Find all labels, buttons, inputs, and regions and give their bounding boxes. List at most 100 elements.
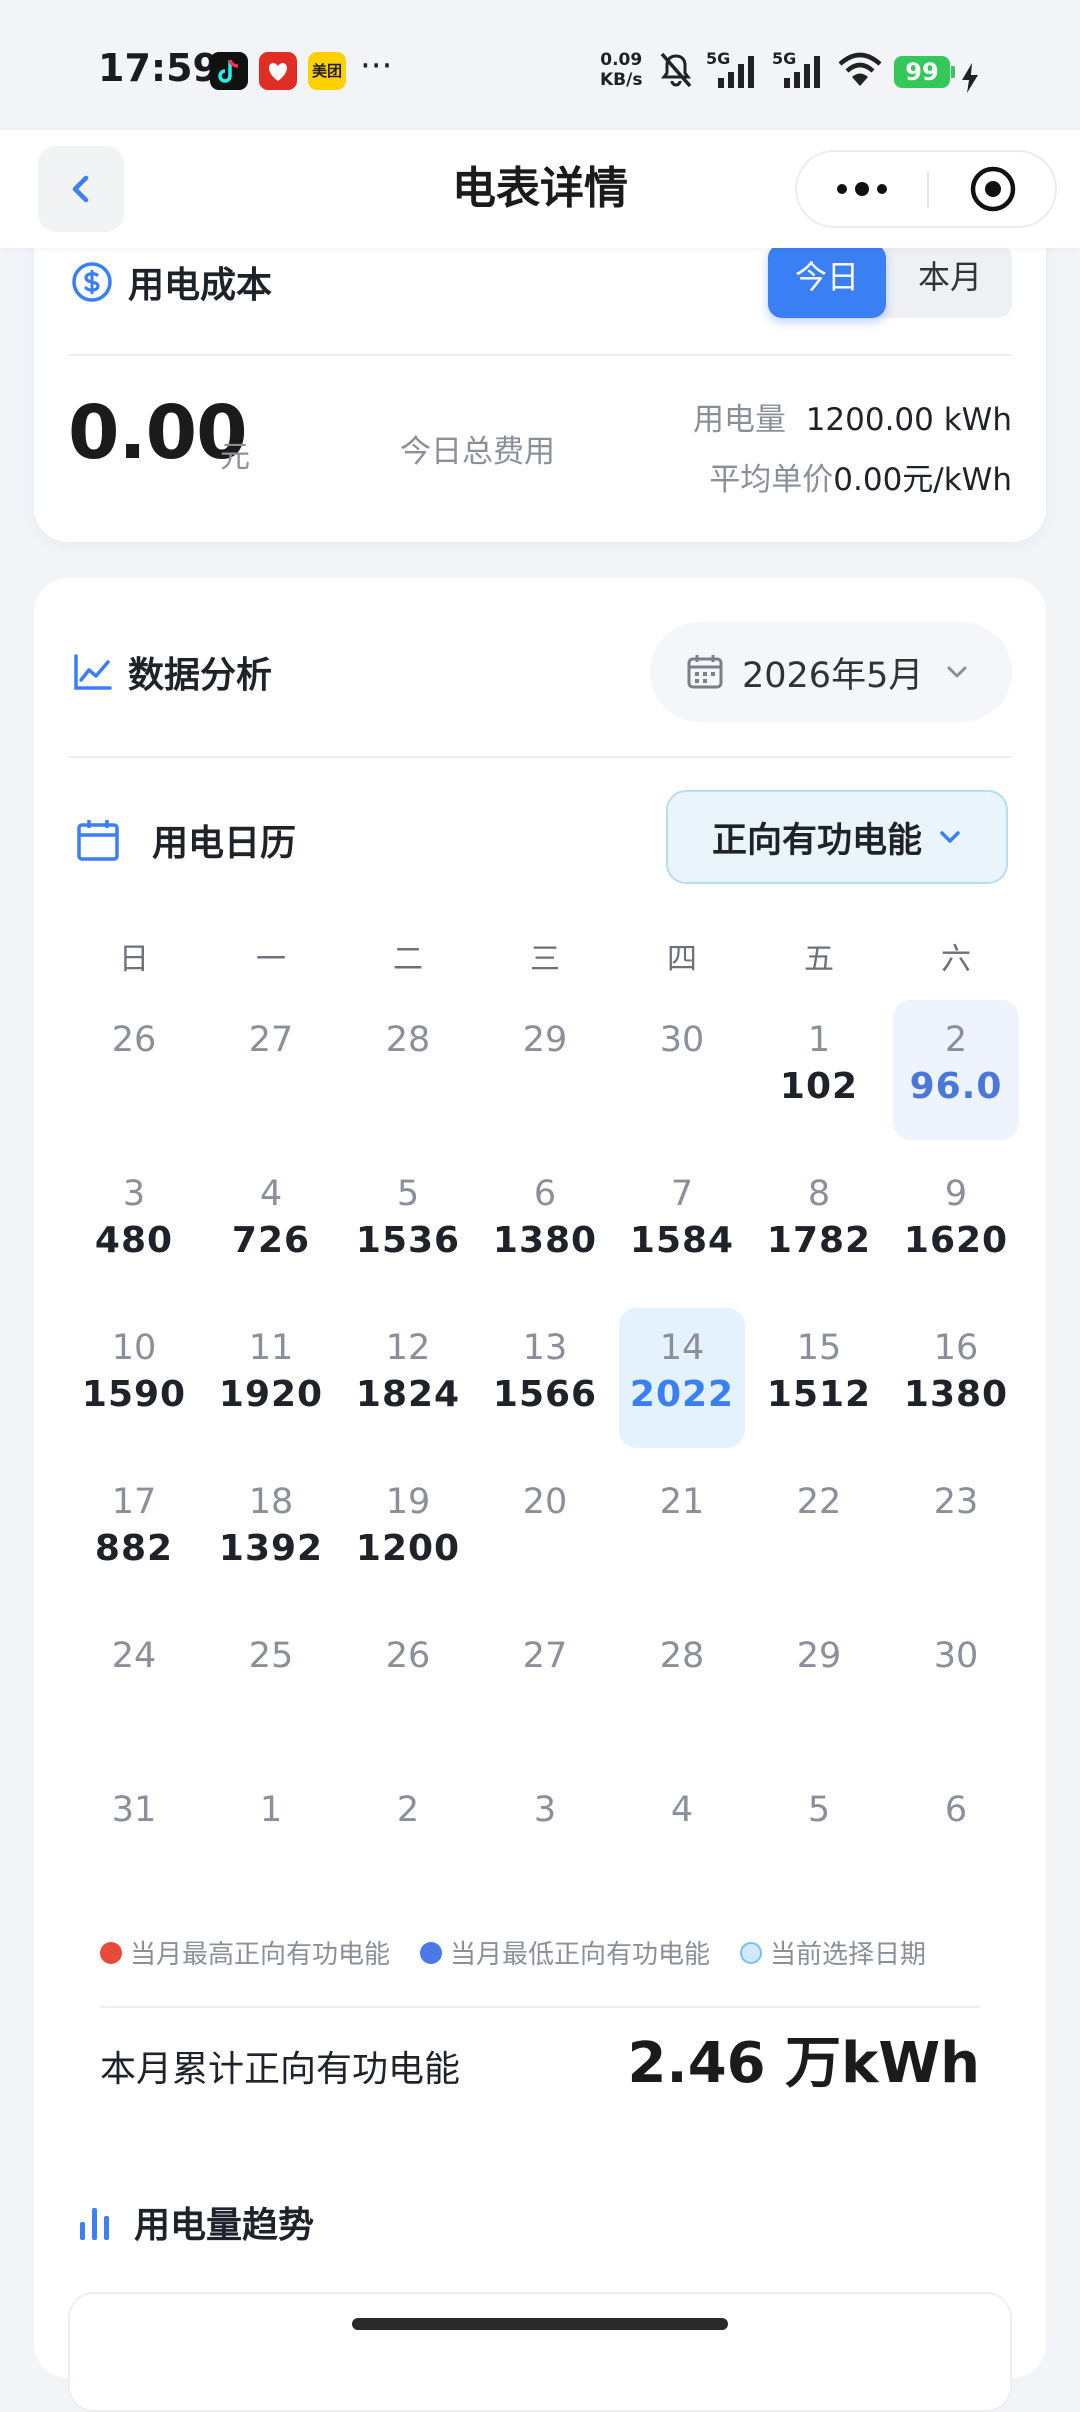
day-energy-value: 1620: [903, 1220, 1009, 1261]
more-dots-icon: [837, 182, 887, 196]
calendar-day[interactable]: 11 1920: [208, 1308, 334, 1448]
net2-label: 5G: [772, 49, 796, 68]
day-energy-value: 102: [779, 1066, 859, 1107]
month-picker[interactable]: 2026年5月: [650, 622, 1012, 722]
calendar-day[interactable]: 23: [893, 1462, 1019, 1602]
calendar-day[interactable]: 20: [482, 1462, 608, 1602]
home-indicator[interactable]: [352, 2318, 728, 2330]
calendar-day[interactable]: 1 102: [756, 1000, 882, 1140]
status-time: 17:59: [98, 46, 219, 90]
calendar-day[interactable]: 19 1200: [345, 1462, 471, 1602]
calendar-day[interactable]: 27: [482, 1616, 608, 1756]
month-total-value: 2.46 万kWh: [627, 2031, 980, 2096]
day-number: 3: [533, 1790, 557, 1830]
day-number: 28: [659, 1636, 705, 1676]
mute-icon: [660, 52, 692, 88]
day-number: 28: [385, 1020, 431, 1060]
calendar-day[interactable]: 21: [619, 1462, 745, 1602]
speed-value: 0.09: [600, 50, 643, 70]
battery-icon: 99: [894, 56, 950, 88]
day-energy-value: 1380: [492, 1220, 598, 1261]
weekday-label: 一: [256, 942, 286, 977]
day-number: 24: [111, 1636, 157, 1676]
energy-type-text: 正向有功电能: [711, 820, 922, 861]
weekday-label: 三: [530, 942, 560, 977]
calendar-day[interactable]: 29: [482, 1000, 608, 1140]
day-number: 26: [385, 1636, 431, 1676]
weekday-label: 二: [393, 942, 423, 977]
calendar-day[interactable]: 16 1380: [893, 1308, 1019, 1448]
avg-price-value: 0.00元/kWh: [833, 462, 1012, 498]
cost-divider: [68, 354, 1012, 356]
calendar-day[interactable]: 30: [893, 1616, 1019, 1756]
calendar-day[interactable]: 30: [619, 1000, 745, 1140]
calendar-day[interactable]: 4: [619, 1770, 745, 1910]
calendar-day[interactable]: 13 1566: [482, 1308, 608, 1448]
day-number: 10: [111, 1328, 157, 1368]
day-number: 4: [670, 1790, 694, 1830]
status-bar: 17:59 美团 ··· 0.09 KB/s 5G 5G 99: [0, 0, 1080, 130]
calendar-day[interactable]: 14 2022: [619, 1308, 745, 1448]
calendar-day[interactable]: 26: [71, 1000, 197, 1140]
calendar-day[interactable]: 3: [482, 1770, 608, 1910]
tab-today[interactable]: 今日: [768, 244, 886, 318]
day-number: 17: [111, 1482, 157, 1522]
calendar-day[interactable]: 18 1392: [208, 1462, 334, 1602]
day-number: 26: [111, 1020, 157, 1060]
analysis-header: 数据分析: [70, 646, 272, 698]
tab-month[interactable]: 本月: [888, 244, 1012, 318]
calendar-day[interactable]: 15 1512: [756, 1308, 882, 1448]
calendar-day[interactable]: 24: [71, 1616, 197, 1756]
calendar-day[interactable]: 26: [345, 1616, 471, 1756]
calendar-day[interactable]: 6: [893, 1770, 1019, 1910]
day-number: 6: [944, 1790, 968, 1830]
calendar-day[interactable]: 8 1782: [756, 1154, 882, 1294]
line-chart-icon: [74, 654, 112, 690]
calendar-day[interactable]: 3 480: [71, 1154, 197, 1294]
calendar-day[interactable]: 2 96.0: [893, 1000, 1019, 1140]
calendar-day[interactable]: 2: [345, 1770, 471, 1910]
weekday-label: 六: [941, 942, 971, 977]
back-button[interactable]: [38, 146, 124, 232]
close-mini-program-button[interactable]: [929, 152, 1057, 226]
day-energy-value: 882: [94, 1528, 174, 1569]
calendar-day[interactable]: 22: [756, 1462, 882, 1602]
calendar-icon: [687, 655, 723, 689]
calendar-day[interactable]: 27: [208, 1000, 334, 1140]
day-number: 1: [807, 1020, 831, 1060]
calendar-day[interactable]: 1: [208, 1770, 334, 1910]
calendar-day[interactable]: 5 1536: [345, 1154, 471, 1294]
day-energy-value: 1392: [218, 1528, 324, 1569]
day-number: 20: [522, 1482, 568, 1522]
energy-type-select[interactable]: 正向有功电能: [666, 790, 1008, 884]
calendar-day[interactable]: 31: [71, 1770, 197, 1910]
calendar-day[interactable]: 4 726: [208, 1154, 334, 1294]
day-energy-value: 96.0: [909, 1066, 1003, 1107]
calendar-day[interactable]: 25: [208, 1616, 334, 1756]
calendar-day[interactable]: 5: [756, 1770, 882, 1910]
nav-bar: 电表详情: [0, 130, 1080, 248]
cost-card: 用电成本 今日 本月 0.00 元 今日总费用 用电量 1200.00 kWh …: [34, 200, 1046, 542]
day-number: 16: [933, 1328, 979, 1368]
calendar-day[interactable]: 17 882: [71, 1462, 197, 1602]
weekday-label: 五: [804, 942, 834, 977]
day-number: 1: [259, 1790, 283, 1830]
day-energy-value: 726: [231, 1220, 311, 1261]
day-energy-value: 1920: [218, 1374, 324, 1415]
calendar-day[interactable]: 10 1590: [71, 1308, 197, 1448]
mini-program-capsule: [795, 150, 1057, 228]
day-number: 2: [944, 1020, 968, 1060]
more-button[interactable]: [797, 152, 927, 226]
day-number: 29: [522, 1020, 568, 1060]
calendar-day[interactable]: 6 1380: [482, 1154, 608, 1294]
usage-value: 1200.00 kWh: [805, 402, 1012, 438]
calendar-day[interactable]: 12 1824: [345, 1308, 471, 1448]
chevron-down-icon: [940, 831, 960, 843]
analysis-card: 数据分析 2026年5月 用电日历 正向有功电能 日一二三四五六 26 27 28 2…: [34, 578, 1046, 2412]
calendar-day[interactable]: 29: [756, 1616, 882, 1756]
calendar-day[interactable]: 7 1584: [619, 1154, 745, 1294]
net1-label: 5G: [706, 49, 730, 68]
calendar-day[interactable]: 9 1620: [893, 1154, 1019, 1294]
calendar-day[interactable]: 28: [345, 1000, 471, 1140]
calendar-day[interactable]: 28: [619, 1616, 745, 1756]
